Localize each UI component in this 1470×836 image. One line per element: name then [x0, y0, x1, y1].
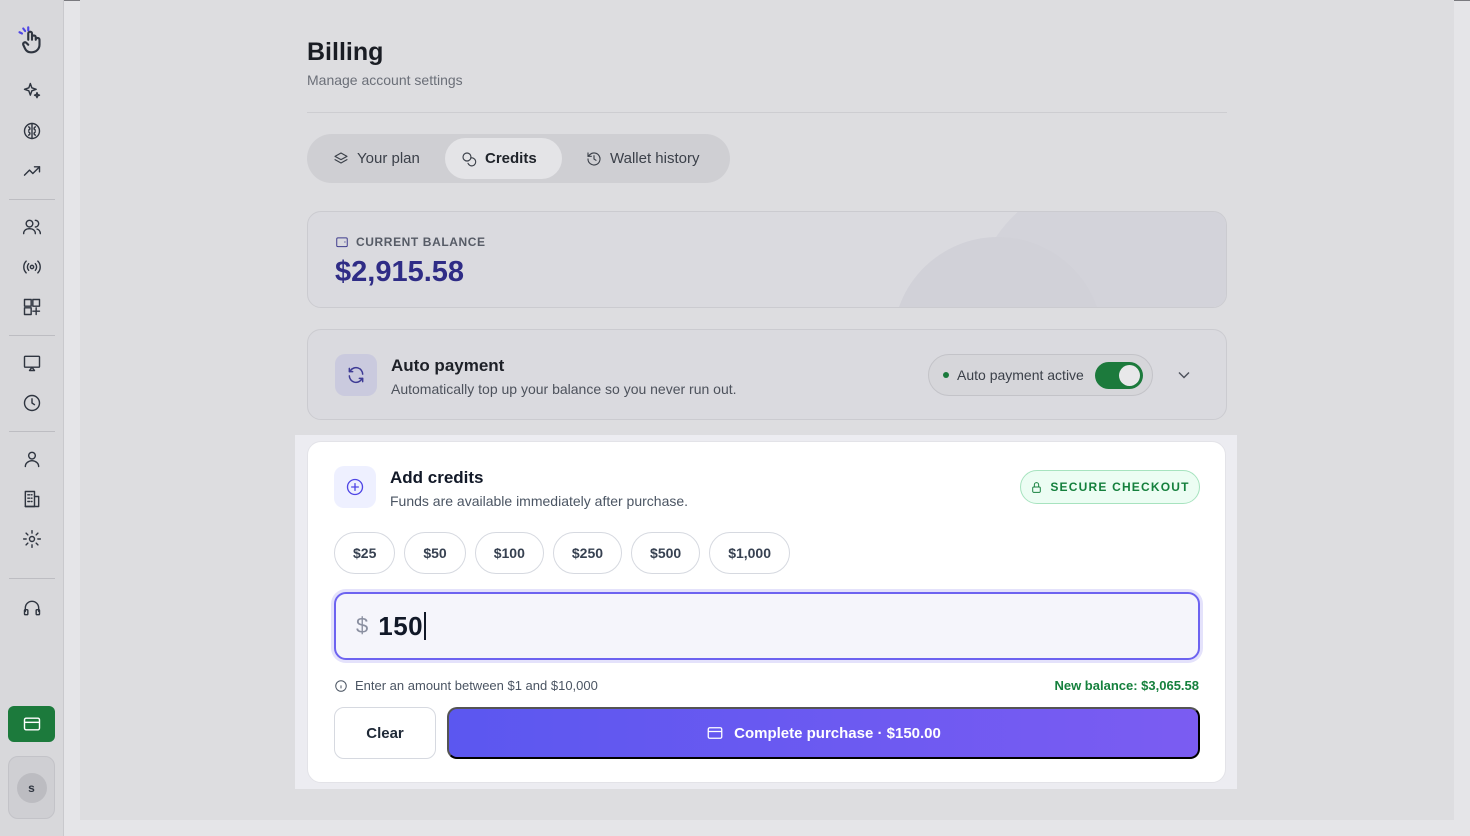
sidebar-divider	[9, 578, 55, 579]
building-icon[interactable]	[19, 486, 45, 512]
grid-plus-icon[interactable]	[19, 294, 45, 320]
clock-icon[interactable]	[19, 390, 45, 416]
billing-tabs: Your plan Credits Wallet history	[307, 134, 730, 183]
users-icon[interactable]	[19, 214, 45, 240]
auto-payment-title: Auto payment	[391, 356, 505, 375]
user-menu[interactable]: s	[8, 756, 55, 819]
complete-purchase-button[interactable]: Complete purchase · $150.00	[447, 707, 1200, 759]
auto-payment-card: Auto payment Automatically top up your b…	[307, 329, 1227, 420]
current-balance-card: CURRENT BALANCE $2,915.58	[307, 211, 1227, 308]
text-caret	[424, 612, 427, 640]
balance-label: CURRENT BALANCE	[335, 235, 486, 249]
add-credits-title: Add credits	[390, 468, 484, 487]
amount-hint-text: Enter an amount between $1 and $10,000	[355, 678, 598, 693]
sparkles-icon[interactable]	[19, 78, 45, 104]
balance-label-text: CURRENT BALANCE	[356, 235, 486, 249]
tab-label: Credits	[485, 150, 537, 167]
tab-label: Wallet history	[610, 150, 700, 167]
wallet-icon	[336, 237, 348, 248]
avatar: s	[16, 772, 47, 803]
auto-payment-status-text: Auto payment active	[957, 367, 1084, 383]
headset-icon[interactable]	[19, 595, 45, 621]
sidebar: s	[0, 0, 64, 836]
status-dot	[943, 372, 949, 378]
chevron-down-icon[interactable]	[1174, 365, 1194, 385]
toggle-knob	[1119, 365, 1140, 386]
secure-checkout-badge: SECURE CHECKOUT	[1020, 470, 1200, 504]
history-icon	[587, 151, 601, 166]
auto-payment-status: Auto payment active	[928, 354, 1153, 396]
preset-250-button[interactable]: $250	[552, 532, 623, 574]
credit-card-icon	[707, 727, 723, 739]
plus-circle-icon	[334, 466, 376, 508]
tab-label: Your plan	[357, 150, 420, 167]
page-subtitle: Manage account settings	[307, 72, 463, 88]
currency-symbol: $	[356, 613, 369, 638]
billing-nav-button[interactable]	[8, 706, 55, 742]
secure-checkout-text: SECURE CHECKOUT	[1050, 480, 1190, 494]
header-divider	[307, 112, 1227, 113]
preset-25-button[interactable]: $25	[334, 532, 396, 574]
amount-hint: Enter an amount between $1 and $10,000	[334, 678, 598, 693]
clear-button[interactable]: Clear	[334, 707, 436, 759]
broadcast-icon[interactable]	[19, 254, 45, 280]
coins-icon	[462, 151, 477, 166]
tab-wallet-history[interactable]: Wallet history	[570, 138, 715, 179]
user-icon[interactable]	[19, 446, 45, 472]
tab-your-plan[interactable]: Your plan	[317, 138, 436, 179]
layers-icon	[334, 151, 348, 164]
brain-icon[interactable]	[19, 118, 45, 144]
preset-50-button[interactable]: $50	[404, 532, 466, 574]
tab-credits[interactable]: Credits	[445, 138, 562, 179]
balance-value: $2,915.58	[335, 256, 465, 288]
new-balance: New balance: $3,065.58	[1054, 678, 1199, 693]
auto-payment-toggle[interactable]	[1095, 362, 1143, 389]
preset-1000-button[interactable]: $1,000	[709, 532, 791, 574]
credit-card-icon	[23, 717, 40, 731]
info-icon	[335, 679, 347, 692]
preset-100-button[interactable]: $100	[474, 532, 544, 574]
trending-up-icon[interactable]	[19, 158, 45, 184]
complete-purchase-label: Complete purchase · $150.00	[734, 724, 941, 742]
add-credits-card: Add credits Funds are available immediat…	[307, 441, 1226, 783]
sidebar-divider	[9, 431, 55, 432]
gear-icon[interactable]	[19, 526, 45, 552]
auto-payment-description: Automatically top up your balance so you…	[391, 381, 737, 397]
logo-hand-icon[interactable]	[17, 24, 47, 58]
add-credits-description: Funds are available immediately after pu…	[390, 493, 689, 509]
preset-amounts: $25 $50 $100 $250 $500 $1,000	[334, 532, 791, 574]
preset-500-button[interactable]: $500	[631, 532, 701, 574]
page-title: Billing	[307, 38, 384, 66]
refresh-icon	[335, 354, 377, 396]
add-credits-highlight: Add credits Funds are available immediat…	[295, 435, 1237, 789]
sidebar-divider	[9, 199, 55, 200]
lock-icon	[1032, 481, 1042, 493]
sidebar-divider	[9, 335, 55, 336]
screen-icon[interactable]	[19, 350, 45, 376]
amount-value: 150	[378, 610, 424, 641]
amount-input[interactable]: $ 150	[334, 592, 1200, 660]
